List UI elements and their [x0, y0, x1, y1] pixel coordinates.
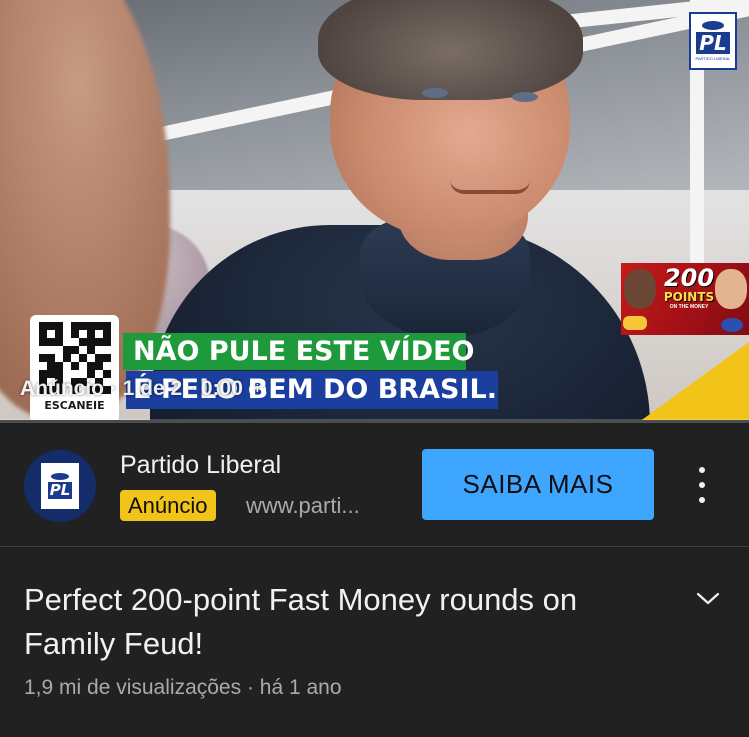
qr-code-card: ESCANEIE	[30, 315, 119, 420]
globe-icon	[51, 473, 69, 480]
advertiser-logo: PL	[41, 463, 79, 509]
ad-url[interactable]: www.parti...	[246, 493, 360, 519]
saiba-mais-button[interactable]: SAIBA MAIS	[422, 449, 654, 520]
ad-status-text: Anúncio · 1 de 2 · 0:00	[20, 377, 243, 400]
speaker-eye	[512, 92, 538, 102]
meta-separator: ·	[246, 676, 254, 699]
more-vert-icon[interactable]	[684, 463, 720, 507]
view-count: 1,9 mi de visualizações	[24, 676, 242, 699]
thumbnail-caption: POINTS	[663, 290, 715, 304]
ad-status-overlay: Anúncio · 1 de 2 · 0:00 i	[20, 377, 266, 401]
info-icon[interactable]: i	[248, 380, 266, 398]
chevron-down-icon[interactable]	[694, 588, 722, 608]
divider	[0, 546, 749, 547]
yellow-corner-graphic	[639, 342, 749, 420]
advertiser-name[interactable]: Partido Liberal	[120, 451, 281, 480]
advertiser-avatar[interactable]: PL	[24, 450, 96, 522]
thumbnail-number: 200	[663, 264, 715, 292]
advertiser-logo-text: PL	[47, 481, 73, 499]
ad-banner-line-1: NÃO PULE ESTE VÍDEO	[123, 333, 475, 370]
video-metadata: 1,9 mi de visualizações · há 1 ano	[24, 676, 342, 700]
thumbnail-subcaption: ON THE MONEY	[669, 304, 709, 310]
show-logo-badge	[623, 316, 647, 330]
party-logo-caption: PARTIDO LIBERAL	[695, 56, 731, 61]
ad-badge: Anúncio	[120, 490, 216, 521]
kebab-dot	[699, 497, 705, 503]
speaker-eye	[422, 88, 448, 98]
ad-banner-text-1: NÃO PULE ESTE VÍDEO	[133, 335, 475, 367]
kebab-dot	[699, 482, 705, 488]
upload-age: há 1 ano	[259, 676, 342, 699]
video-player[interactable]: PL PARTIDO LIBERAL 200 POINTS ON THE MON…	[0, 0, 749, 420]
contestant-face	[715, 269, 747, 309]
globe-icon	[702, 21, 724, 30]
ad-info-row: PL Partido Liberal Anúncio www.parti... …	[0, 423, 749, 547]
host-face	[624, 269, 656, 309]
next-video-thumbnail[interactable]: 200 POINTS ON THE MONEY	[621, 263, 749, 335]
speaker-smile	[450, 180, 530, 194]
speaker-hair	[318, 0, 583, 100]
video-title[interactable]: Perfect 200-point Fast Money rounds on F…	[24, 578, 664, 666]
show-logo-badge	[721, 318, 743, 332]
party-logo: PL PARTIDO LIBERAL	[689, 12, 737, 70]
kebab-dot	[699, 467, 705, 473]
party-logo-text: PL	[696, 32, 730, 54]
